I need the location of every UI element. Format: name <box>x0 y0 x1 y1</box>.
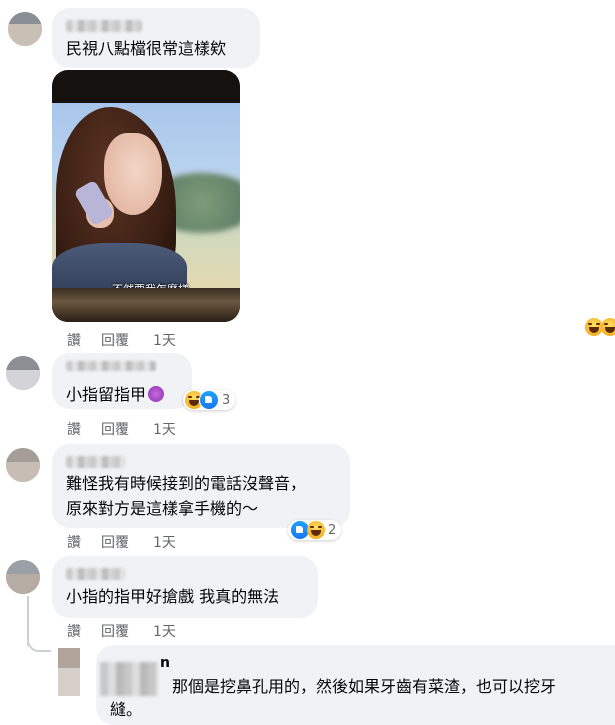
comment-actions: 讚 回覆 1天 <box>67 330 176 350</box>
timestamp[interactable]: 1天 <box>153 621 176 641</box>
like-icon <box>199 390 219 410</box>
commenter-name-partial[interactable]: n <box>160 655 170 671</box>
comment-text: 小指的指甲好搶戲 我真的無法 <box>66 587 280 606</box>
comment-bubble: 小指的指甲好搶戲 我真的無法 <box>52 556 318 618</box>
like-link[interactable]: 讚 <box>67 419 101 439</box>
comment-text: 民視八點檔很常這樣欸 <box>66 39 227 58</box>
haha-emoji-icon <box>601 318 615 336</box>
timestamp[interactable]: 1天 <box>153 419 176 439</box>
haha-emoji-icon <box>307 521 325 539</box>
comment-bubble: 難怪我有時候接到的電話沒聲音， 原來對方是這樣拿手機的～ <box>52 444 350 528</box>
reaction-count: 3 <box>222 392 231 408</box>
comment-text: 小指留指甲 <box>66 382 165 408</box>
timestamp[interactable]: 1天 <box>153 330 176 350</box>
avatar[interactable] <box>58 648 80 696</box>
like-link[interactable]: 讚 <box>67 621 101 641</box>
avatar[interactable] <box>6 448 40 482</box>
reaction-summary[interactable]: 2 <box>288 520 342 540</box>
avatar[interactable] <box>8 12 42 46</box>
purple-emoji-icon <box>148 386 165 402</box>
comment-actions: 讚 回覆 1天 <box>67 621 176 641</box>
reply-bubble: n 那個是挖鼻孔用的，然後如果牙齒有菜渣，也可以挖牙 縫。 <box>96 645 615 725</box>
face <box>104 133 162 215</box>
reaction-count: 2 <box>328 522 337 538</box>
tv-screen: 不然要我怎麼樣 <box>52 103 240 303</box>
comment-photo[interactable]: 不然要我怎麼樣 <box>52 70 240 322</box>
reply-link[interactable]: 回覆 <box>101 419 153 439</box>
comment-actions: 讚 回覆 1天 <box>67 532 176 552</box>
reply-link[interactable]: 回覆 <box>101 330 153 350</box>
timestamp[interactable]: 1天 <box>153 532 176 552</box>
like-link[interactable]: 讚 <box>67 330 101 350</box>
reply-link[interactable]: 回覆 <box>101 532 153 552</box>
reaction-summary[interactable]: 3 <box>183 390 236 410</box>
comment-bubble: 民視八點檔很常這樣欸 <box>52 8 260 68</box>
comment-actions: 讚 回覆 1天 <box>67 419 176 439</box>
reply-link[interactable]: 回覆 <box>101 621 153 641</box>
commenter-name-redacted[interactable] <box>66 20 142 32</box>
reply-thread-curve <box>27 636 51 652</box>
reply-text-line-1: 那個是挖鼻孔用的，然後如果牙齒有菜渣，也可以挖牙 <box>172 677 557 696</box>
tv-bottom <box>52 288 240 322</box>
commenter-name-redacted[interactable] <box>66 568 126 580</box>
like-link[interactable]: 讚 <box>67 532 101 552</box>
avatar[interactable] <box>6 560 40 594</box>
comment-text-line-2: 原來對方是這樣拿手機的～ <box>66 499 259 518</box>
commenter-name-redacted[interactable] <box>66 361 156 371</box>
comment-text-line-1: 難怪我有時候接到的電話沒聲音， <box>66 474 307 493</box>
commenter-name-redacted[interactable] <box>66 456 126 468</box>
comment-bubble: 小指留指甲 <box>52 353 192 409</box>
avatar[interactable] <box>6 356 40 390</box>
redacted-name-block <box>100 662 158 696</box>
reply-text-line-2: 縫。 <box>110 700 143 719</box>
reaction-edge[interactable] <box>583 316 615 340</box>
